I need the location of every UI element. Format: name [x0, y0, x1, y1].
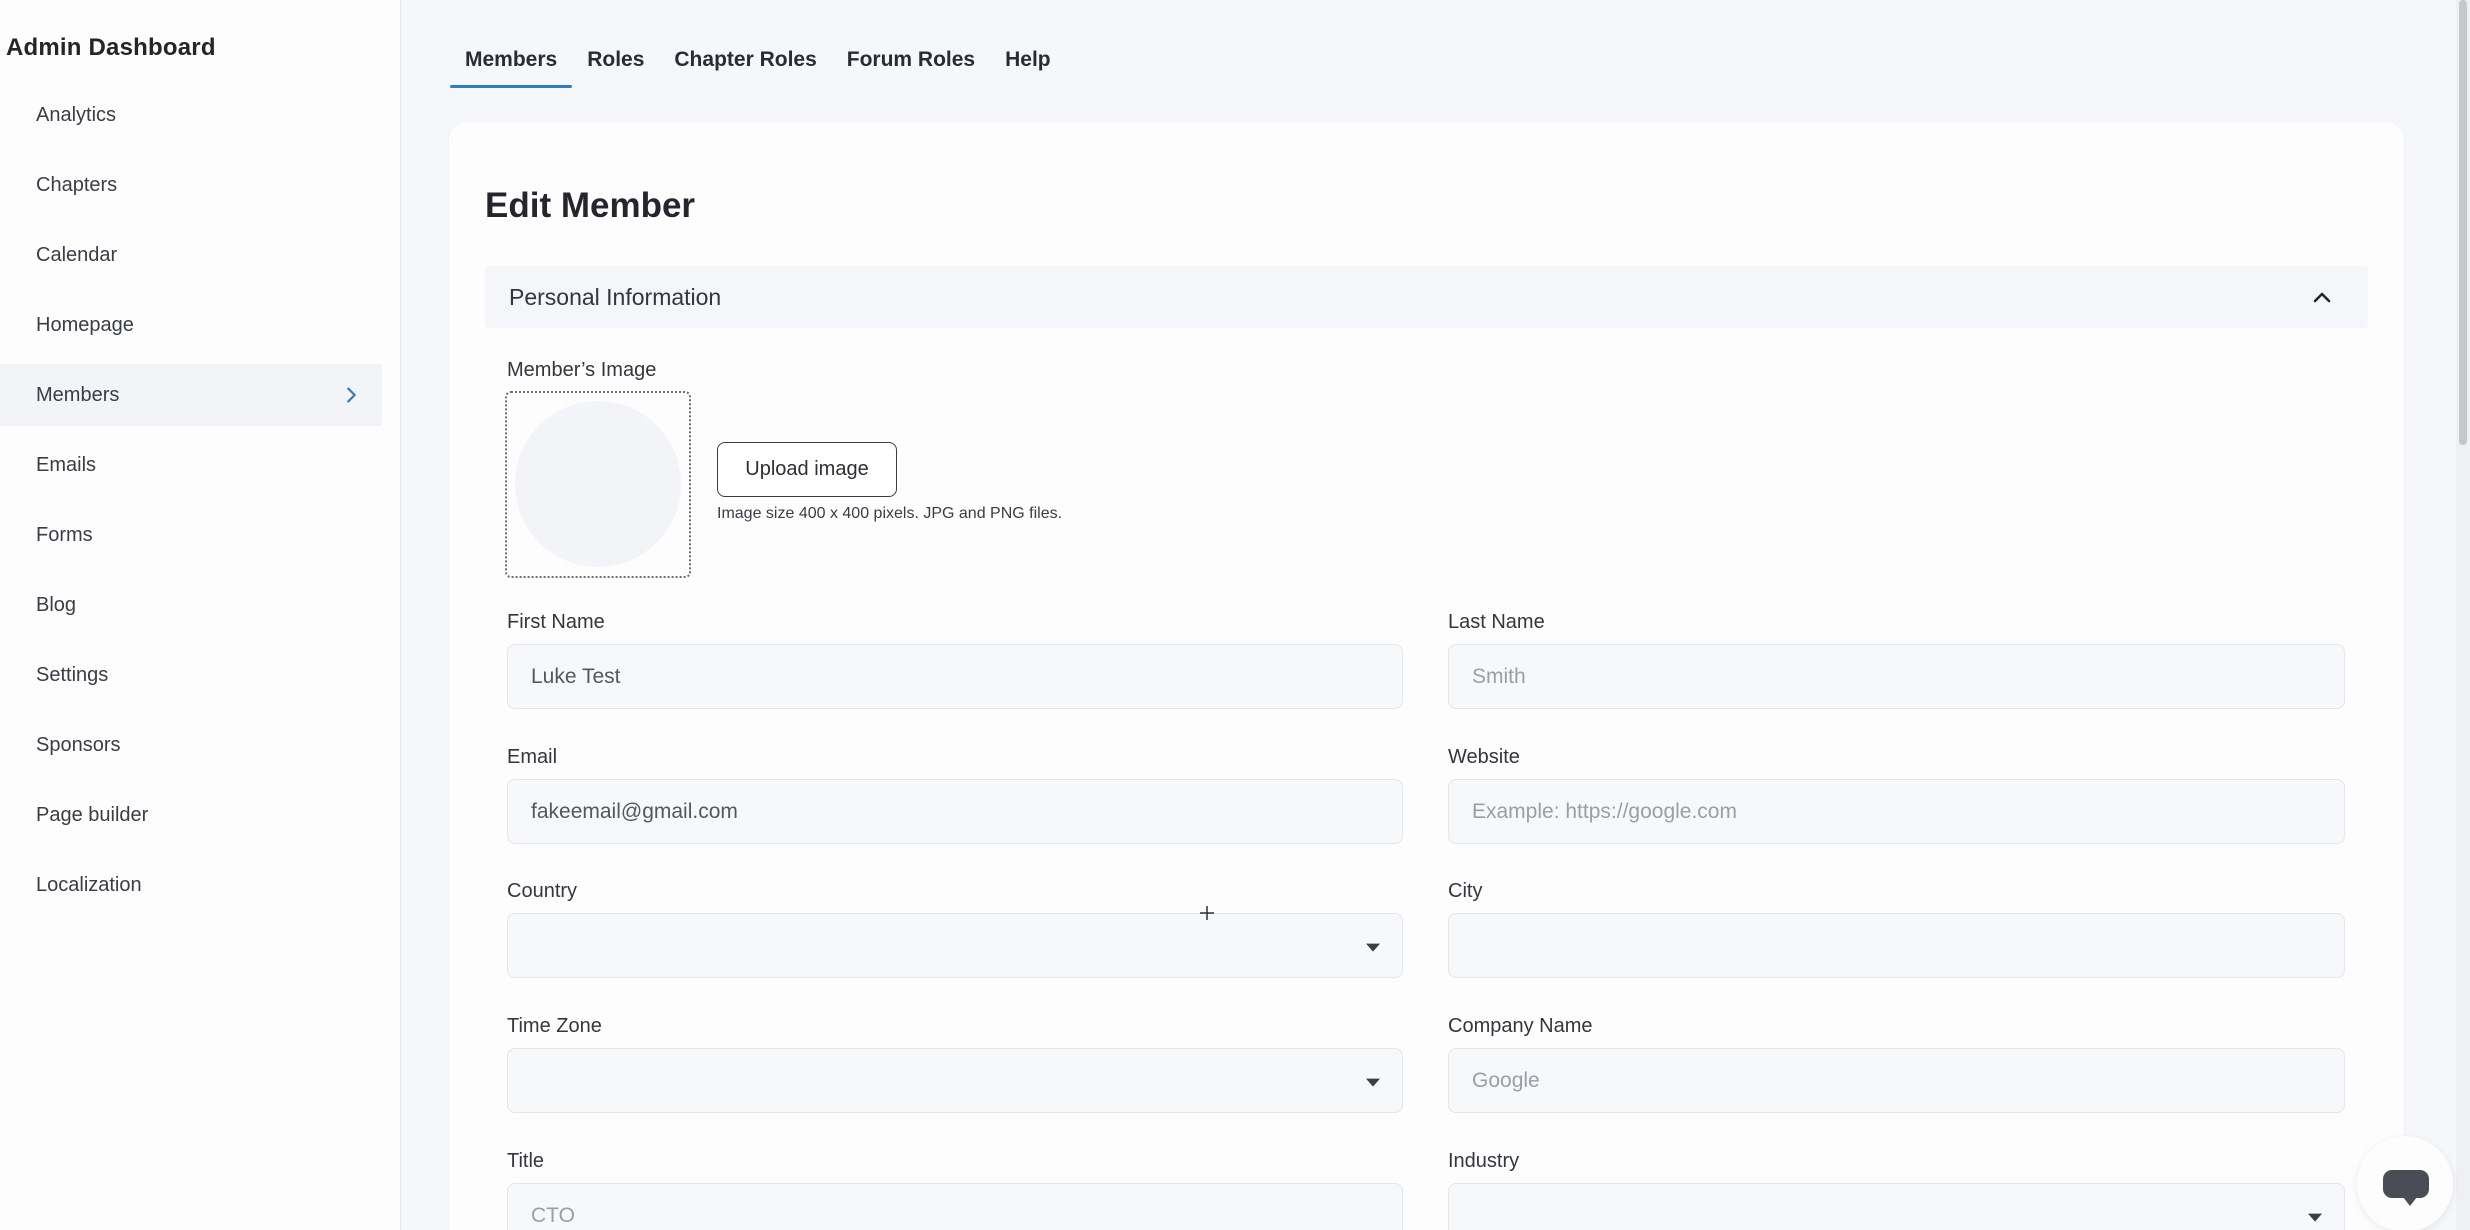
city-field[interactable] — [1448, 913, 2345, 978]
member-image-dropzone[interactable] — [505, 391, 691, 578]
avatar-placeholder — [515, 401, 681, 567]
tab-members[interactable]: Members — [450, 40, 573, 88]
top-tabs: Members Roles Chapter Roles Forum Roles … — [450, 40, 1066, 90]
sidebar-item-homepage[interactable]: Homepage — [0, 294, 382, 356]
first-name-label: First Name — [507, 611, 605, 633]
industry-label: Industry — [1448, 1150, 1520, 1172]
country-select[interactable] — [507, 913, 1403, 978]
sidebar-item-label: Calendar — [36, 243, 118, 266]
chevron-up-icon — [2313, 292, 2331, 303]
sidebar-item-label: Members — [36, 383, 120, 406]
dashboard-title: Admin Dashboard — [6, 34, 216, 61]
sidebar-item-blog[interactable]: Blog — [0, 574, 382, 636]
edit-member-card: Edit Member Personal Information Member’… — [449, 122, 2404, 1230]
tab-help[interactable]: Help — [990, 40, 1066, 88]
section-title: Personal Information — [509, 283, 722, 310]
website-field[interactable] — [1448, 779, 2345, 844]
sidebar-item-label: Emails — [36, 453, 97, 476]
tab-chapter-roles[interactable]: Chapter Roles — [659, 40, 831, 88]
sidebar-item-chapters[interactable]: Chapters — [0, 154, 382, 216]
image-size-hint: Image size 400 x 400 pixels. JPG and PNG… — [717, 505, 1063, 522]
scrollbar-thumb[interactable] — [2459, 0, 2467, 445]
city-label: City — [1448, 880, 1483, 902]
title-field[interactable] — [507, 1183, 1403, 1230]
company-name-label: Company Name — [1448, 1015, 1593, 1037]
email-label: Email — [507, 746, 558, 768]
crosshair-cursor-icon — [1200, 906, 1214, 920]
sidebar-nav: Analytics Chapters Calendar Homepage Mem… — [0, 84, 382, 924]
sidebar: Admin Dashboard Analytics Chapters Calen… — [0, 0, 401, 1230]
sidebar-item-analytics[interactable]: Analytics — [0, 84, 382, 146]
sidebar-item-label: Analytics — [36, 103, 117, 126]
tab-roles[interactable]: Roles — [572, 40, 659, 88]
caret-down-icon — [2308, 1213, 2322, 1222]
time-zone-label: Time Zone — [507, 1015, 602, 1037]
sidebar-item-label: Chapters — [36, 173, 118, 196]
sidebar-item-members[interactable]: Members — [0, 364, 382, 426]
chat-widget-button[interactable] — [2357, 1136, 2453, 1230]
app-root: Admin Dashboard Analytics Chapters Calen… — [0, 0, 2470, 1230]
sidebar-item-emails[interactable]: Emails — [0, 434, 382, 496]
time-zone-select[interactable] — [507, 1048, 1403, 1113]
page-scrollbar[interactable] — [2456, 0, 2470, 1230]
page-title: Edit Member — [485, 186, 696, 225]
sidebar-item-forms[interactable]: Forms — [0, 504, 382, 566]
upload-image-button[interactable]: Upload image — [717, 442, 897, 497]
country-label: Country — [507, 880, 578, 902]
website-label: Website — [1448, 746, 1520, 768]
caret-down-icon — [1366, 943, 1380, 952]
sidebar-item-sponsors[interactable]: Sponsors — [0, 714, 382, 776]
email-field[interactable] — [507, 779, 1403, 844]
last-name-label: Last Name — [1448, 611, 1545, 633]
chevron-right-icon — [347, 387, 356, 403]
sidebar-item-label: Forms — [36, 523, 93, 546]
sidebar-item-page-builder[interactable]: Page builder — [0, 784, 382, 846]
sidebar-item-calendar[interactable]: Calendar — [0, 224, 382, 286]
sidebar-item-label: Localization — [36, 873, 142, 896]
last-name-field[interactable] — [1448, 644, 2345, 709]
sidebar-item-label: Sponsors — [36, 733, 121, 756]
caret-down-icon — [1366, 1078, 1380, 1087]
industry-select[interactable] — [1448, 1183, 2345, 1230]
company-name-field[interactable] — [1448, 1048, 2345, 1113]
chat-bubble-icon — [2383, 1170, 2429, 1206]
title-label: Title — [507, 1150, 545, 1172]
first-name-field[interactable] — [507, 644, 1403, 709]
sidebar-item-label: Settings — [36, 663, 109, 686]
personal-information-toggle[interactable]: Personal Information — [485, 266, 2368, 328]
sidebar-item-label: Blog — [36, 593, 77, 616]
member-image-label: Member’s Image — [507, 359, 657, 381]
sidebar-item-settings[interactable]: Settings — [0, 644, 382, 706]
sidebar-item-label: Homepage — [36, 313, 134, 336]
sidebar-item-localization[interactable]: Localization — [0, 854, 382, 916]
sidebar-item-label: Page builder — [36, 803, 149, 826]
tab-forum-roles[interactable]: Forum Roles — [832, 40, 990, 88]
